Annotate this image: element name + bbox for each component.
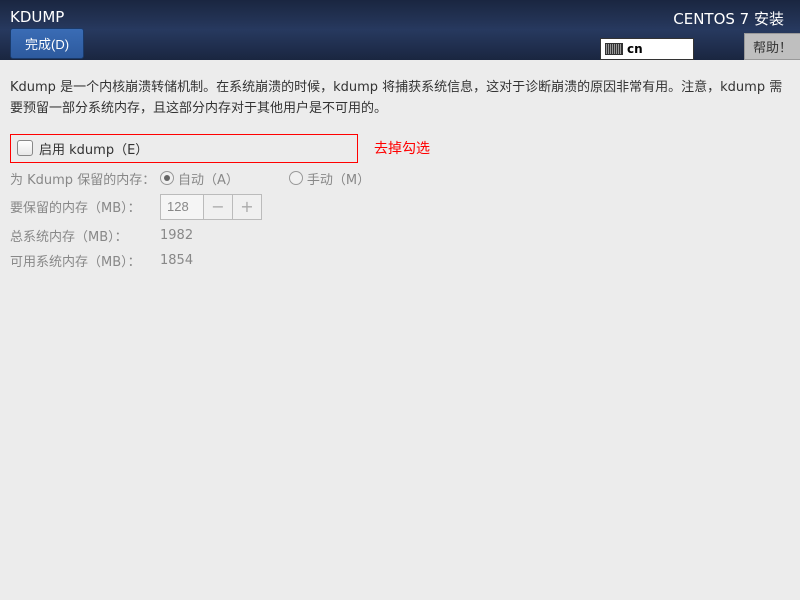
total-memory-row: 总系统内存（MB）： 1982 (10, 226, 790, 245)
keyboard-layout-label: cn (627, 42, 643, 56)
total-memory-label: 总系统内存（MB）： (10, 226, 160, 245)
stepper-plus-button[interactable]: + (232, 194, 262, 220)
memory-reserve-input[interactable] (160, 194, 204, 220)
enable-kdump-checkbox[interactable] (17, 140, 33, 156)
content-area: Kdump 是一个内核崩溃转储机制。在系统崩溃的时候，kdump 将捕获系统信息… (0, 60, 800, 294)
reserve-manual-label: 手动（M） (307, 169, 370, 188)
stepper-minus-button[interactable]: − (203, 194, 233, 220)
installer-subtitle: CENTOS 7 安装 (673, 8, 784, 29)
reserve-mode-row: 为 Kdump 保留的内存： 自动（A） 手动（M） (10, 169, 790, 188)
avail-memory-label: 可用系统内存（MB）： (10, 251, 160, 270)
memory-stepper: − + (160, 194, 262, 220)
header: KDUMP 完成(D) CENTOS 7 安装 cn 帮助！ (0, 0, 800, 60)
reserve-radio-group: 自动（A） 手动（M） (160, 169, 370, 188)
enable-highlight-box: 启用 kdump（E） (10, 134, 358, 163)
memory-reserve-label: 要保留的内存（MB）： (10, 197, 160, 216)
description-text: Kdump 是一个内核崩溃转储机制。在系统崩溃的时候，kdump 将捕获系统信息… (10, 78, 790, 120)
enable-kdump-row: 启用 kdump（E） 去掉勾选 (10, 134, 790, 163)
radio-icon (160, 171, 174, 185)
reserve-mode-label: 为 Kdump 保留的内存： (10, 169, 160, 188)
memory-reserve-row: 要保留的内存（MB）： − + (10, 194, 790, 220)
reserve-manual-radio[interactable]: 手动（M） (289, 169, 370, 188)
avail-memory-row: 可用系统内存（MB）： 1854 (10, 251, 790, 270)
keyboard-icon (605, 43, 623, 55)
radio-icon (289, 171, 303, 185)
page-title: KDUMP (10, 8, 64, 26)
keyboard-indicator[interactable]: cn (600, 38, 694, 60)
total-memory-value: 1982 (160, 228, 193, 243)
done-button[interactable]: 完成(D) (10, 28, 84, 59)
avail-memory-value: 1854 (160, 253, 193, 268)
reserve-auto-label: 自动（A） (178, 169, 239, 188)
annotation-text: 去掉勾选 (374, 138, 430, 158)
reserve-auto-radio[interactable]: 自动（A） (160, 169, 239, 188)
help-button[interactable]: 帮助！ (744, 33, 800, 60)
enable-kdump-label: 启用 kdump（E） (39, 139, 148, 158)
